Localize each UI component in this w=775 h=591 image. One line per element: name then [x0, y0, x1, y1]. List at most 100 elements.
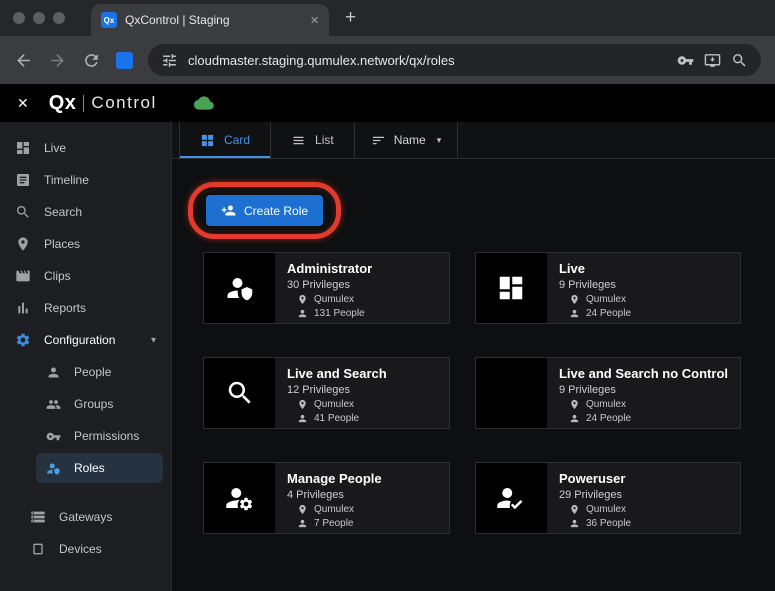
sidebar-item-label: Live [44, 141, 67, 155]
role-card-administrator[interactable]: Administrator 30 Privileges Qumulex 131 … [203, 252, 450, 324]
clips-icon [15, 268, 31, 284]
role-card-live-and-search-no-control[interactable]: Live and Search no Control 9 Privileges … [474, 357, 741, 429]
role-people-count: 36 People [585, 518, 632, 529]
new-tab-button[interactable]: + [345, 7, 356, 29]
role-card-manage-people[interactable]: Manage People 4 Privileges Qumulex 7 Peo… [203, 462, 450, 534]
sidebar-item-people[interactable]: People [0, 356, 171, 388]
qx-favicon-icon: Qx [101, 12, 117, 28]
window-maximize-button[interactable] [53, 12, 65, 24]
device-icon [30, 541, 46, 557]
place-icon [297, 504, 308, 515]
password-key-icon[interactable] [677, 52, 694, 69]
role-people-count: 24 People [585, 413, 632, 424]
close-icon[interactable]: ✕ [17, 95, 29, 112]
sidebar-item-label: Places [44, 237, 81, 251]
role-org: Qumulex [585, 504, 626, 515]
chevron-down-icon: ▾ [150, 334, 156, 346]
logo-qx: Qx [48, 91, 77, 114]
roles-content: Create Role Administrator 30 Privileges … [172, 159, 775, 591]
qx-extension-icon[interactable] [116, 51, 133, 69]
window-close-button[interactable] [13, 12, 25, 24]
person-icon [569, 413, 580, 424]
browser-addressbar: cloudmaster.staging.qumulex.network/qx/r… [0, 36, 775, 84]
url-bar[interactable]: cloudmaster.staging.qumulex.network/qx/r… [148, 44, 761, 76]
sidebar-item-label: People [74, 365, 112, 379]
role-people-count: 7 People [314, 518, 354, 529]
timeline-icon [15, 172, 31, 188]
role-card-live[interactable]: Live 9 Privileges Qumulex 24 People [474, 252, 741, 324]
sort-icon [371, 133, 386, 148]
person-shield-icon [46, 461, 61, 476]
screen: Qx QxControl | Staging × + cloudmaster.s… [0, 0, 775, 591]
role-people-count: 131 People [314, 308, 365, 319]
sidebar-item-live[interactable]: Live [0, 132, 171, 164]
sidebar-item-configuration[interactable]: Configuration ▾ [0, 324, 171, 356]
sidebar-item-search[interactable]: Search [0, 196, 171, 228]
install-app-icon[interactable] [704, 52, 721, 69]
sidebar-item-groups[interactable]: Groups [0, 388, 171, 420]
window-minimize-button[interactable] [33, 12, 45, 24]
place-icon [297, 399, 308, 410]
role-org: Qumulex [585, 294, 626, 305]
person-icon [297, 308, 308, 319]
zoom-icon[interactable] [731, 52, 748, 69]
role-name: Poweruser [558, 471, 626, 486]
tab-list-label: List [315, 133, 334, 147]
role-name: Manage People [287, 471, 382, 486]
sidebar-item-reports[interactable]: Reports [0, 292, 171, 324]
tab-card[interactable]: Card [179, 122, 272, 158]
create-role-label: Create Role [244, 203, 309, 218]
role-people-count: 24 People [585, 308, 632, 319]
tab-close-icon[interactable]: × [310, 12, 319, 29]
gateway-icon [30, 509, 46, 525]
role-card-live-and-search[interactable]: Live and Search 12 Privileges Qumulex 41… [203, 357, 450, 429]
role-privileges: 12 Privileges [287, 384, 350, 396]
create-role-area: Create Role [188, 182, 342, 239]
role-privileges: 4 Privileges [287, 489, 344, 501]
main-panel: Card List Name ▾ Create Role Administrat… [172, 122, 775, 591]
gear-icon [15, 332, 31, 348]
role-grid: Administrator 30 Privileges Qumulex 131 … [203, 252, 741, 534]
role-people-count: 41 People [314, 413, 360, 424]
create-role-button[interactable]: Create Role [206, 195, 324, 226]
sort-dropdown[interactable]: Name ▾ [355, 122, 459, 158]
place-icon [15, 236, 31, 252]
sidebar-item-timeline[interactable]: Timeline [0, 164, 171, 196]
reports-icon [15, 300, 31, 316]
sidebar-item-label: Devices [59, 542, 102, 556]
sidebar-item-devices[interactable]: Devices [0, 533, 171, 565]
sidebar-item-gateways[interactable]: Gateways [0, 501, 171, 533]
back-icon[interactable] [14, 51, 33, 70]
live-grid-icon [496, 273, 526, 303]
sort-label: Name [393, 133, 426, 147]
role-org: Qumulex [314, 504, 355, 515]
list-icon [291, 133, 306, 148]
url-text: cloudmaster.staging.qumulex.network/qx/r… [188, 52, 455, 68]
sidebar-item-label: Reports [44, 301, 87, 315]
sidebar-item-roles[interactable]: Roles [36, 453, 163, 483]
logo-divider [83, 94, 85, 112]
forward-icon[interactable] [48, 51, 67, 70]
sidebar-item-label: Clips [44, 269, 71, 283]
place-icon [569, 399, 580, 410]
place-icon [569, 504, 580, 515]
browser-tab[interactable]: Qx QxControl | Staging × [91, 4, 329, 36]
sidebar-nav: Live Timeline Search Places Clips Report… [0, 122, 172, 591]
person-icon [297, 413, 308, 424]
search-icon [15, 204, 31, 220]
place-icon [297, 294, 308, 305]
role-card-poweruser[interactable]: Poweruser 29 Privileges Qumulex 36 Peopl… [474, 462, 741, 534]
sidebar-item-label: Timeline [44, 173, 89, 187]
sidebar-item-permissions[interactable]: Permissions [0, 420, 171, 452]
role-name: Live and Search no Control [558, 366, 728, 381]
role-privileges: 29 Privileges [558, 489, 622, 501]
role-org: Qumulex [314, 294, 355, 305]
sidebar-item-clips[interactable]: Clips [0, 260, 171, 292]
tab-list[interactable]: List [271, 122, 355, 158]
refresh-icon[interactable] [82, 51, 101, 70]
sidebar-item-places[interactable]: Places [0, 228, 171, 260]
key-icon [46, 429, 61, 444]
sidebar-item-label: Configuration [44, 333, 116, 347]
site-settings-icon[interactable] [161, 52, 178, 69]
qx-control-logo: Qx Control [49, 92, 157, 115]
